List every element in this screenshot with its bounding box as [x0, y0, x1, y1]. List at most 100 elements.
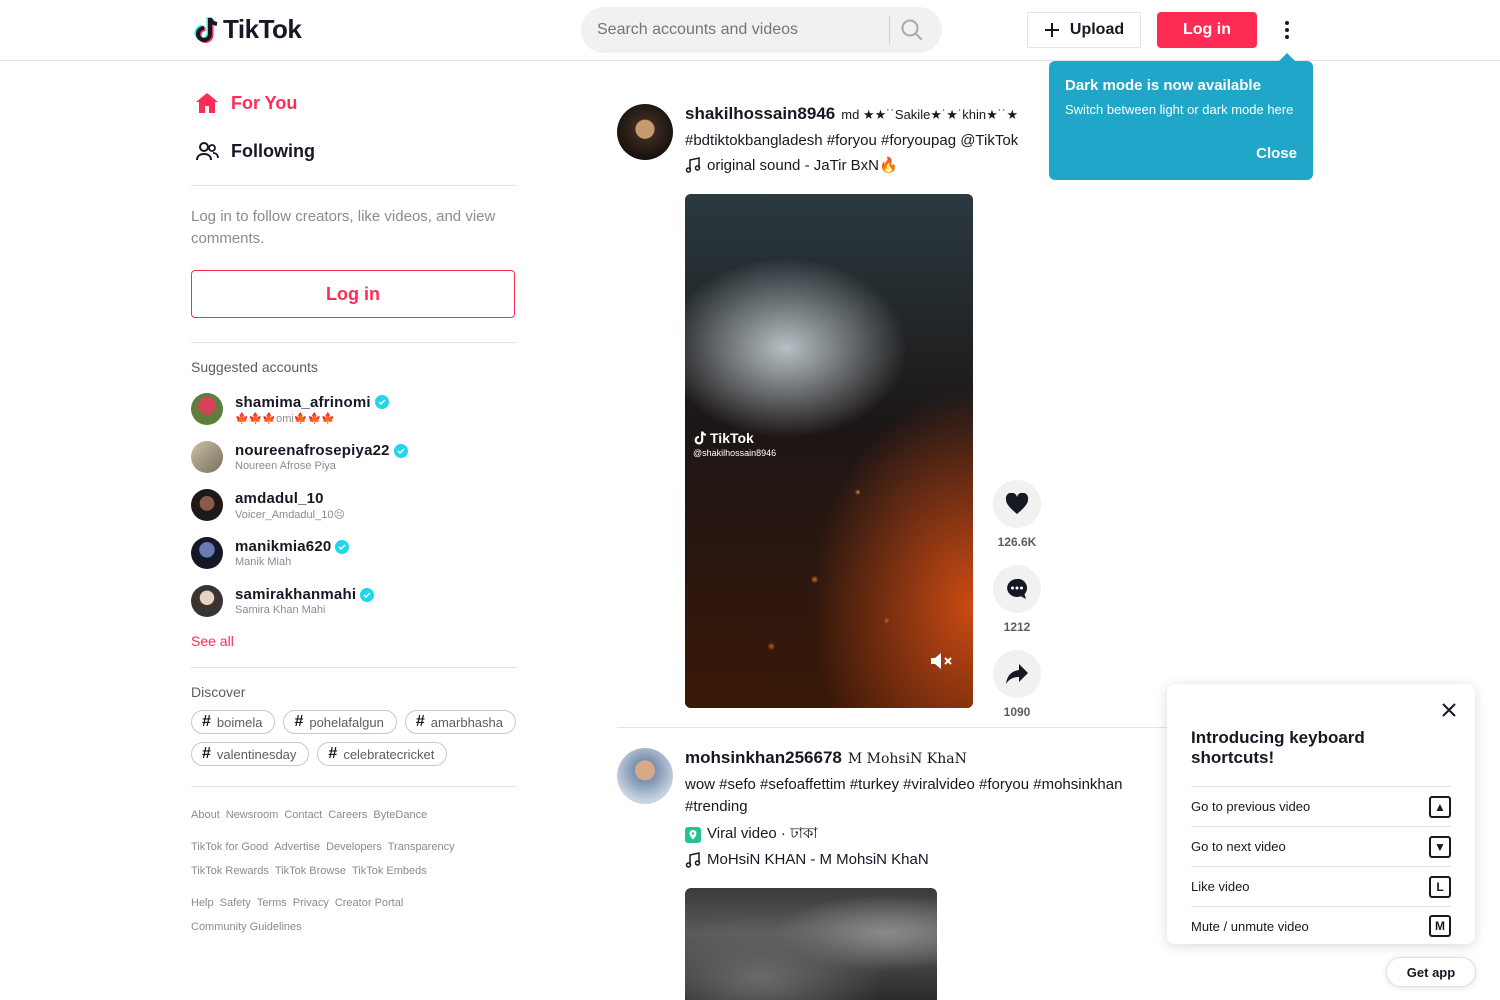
search-input[interactable]: [597, 7, 887, 53]
location-label: Viral video · ঢাকা: [707, 825, 818, 842]
post-music[interactable]: MoHsiN KHAN - M MohsiN KhaN: [685, 851, 1205, 868]
author-avatar[interactable]: [617, 748, 673, 804]
hashtag-icon: #: [202, 713, 211, 730]
watermark-logo: TikTok: [710, 430, 754, 446]
avatar: [191, 585, 223, 617]
footer-link[interactable]: Creator Portal: [335, 891, 403, 915]
share-count: 1090: [1003, 705, 1031, 719]
discover-title: Discover: [191, 684, 246, 700]
top-header: TikTok Upload Log in: [0, 0, 1500, 61]
hashtag-chip[interactable]: # boimela: [191, 710, 276, 734]
post-caption[interactable]: wow #sefo #sefoaffettim #turkey #viralvi…: [685, 774, 1175, 818]
hashtag-chip[interactable]: # pohelafalgun: [283, 710, 397, 734]
shortcuts-close-button[interactable]: [1439, 700, 1459, 720]
post-info: shakilhossain8946 md ★★˙˙Sakile★˙★˙khin★…: [685, 104, 1205, 174]
footer-link[interactable]: Help: [191, 891, 214, 915]
upload-button[interactable]: Upload: [1027, 12, 1141, 48]
footer-link[interactable]: TikTok Rewards: [191, 859, 269, 883]
upload-label: Upload: [1069, 21, 1125, 38]
shortcuts-list: Go to previous video ▲ Go to next video ▼ …: [1191, 786, 1451, 946]
get-app-button[interactable]: Get app: [1386, 957, 1476, 987]
footer-link[interactable]: Newsroom: [226, 803, 279, 827]
hashtag-label: valentinesday: [216, 746, 297, 762]
comment-button[interactable]: [993, 565, 1041, 613]
hashtag-chip[interactable]: # valentinesday: [191, 742, 310, 766]
discover-tags: # boimela # pohelafalgun # amarbhasha # vale…: [191, 710, 517, 766]
author-username[interactable]: mohsinkhan256678: [685, 748, 842, 768]
footer-link[interactable]: Community Guidelines: [191, 915, 302, 939]
footer-links: About Newsroom Contact Careers ByteDance: [191, 803, 517, 827]
footer-link[interactable]: Safety: [220, 891, 251, 915]
suggested-account[interactable]: samirakhanmahi Samira Khan Mahi: [191, 577, 517, 625]
hashtag-icon: #: [415, 713, 425, 730]
hashtag-chip[interactable]: # amarbhasha: [404, 710, 516, 734]
account-nickname: Samira Khan Mahi: [235, 604, 326, 616]
post-actions: 126.6K 1212 1090: [993, 480, 1041, 735]
logo-text: TikTok: [223, 14, 302, 44]
hashtag-chip[interactable]: # celebratecricket: [317, 742, 448, 766]
post-caption[interactable]: #bdtiktokbangladesh #foryou #foryoupag @…: [685, 130, 1205, 152]
suggested-account[interactable]: manikmia620 Manik Miah: [191, 529, 517, 577]
post-music[interactable]: original sound - JaTir BxN🔥: [685, 156, 1205, 174]
key-down-icon: ▼: [1429, 835, 1451, 858]
author-avatar[interactable]: [617, 104, 673, 160]
key-l-icon: L: [1429, 875, 1451, 898]
footer-link[interactable]: Careers: [328, 803, 367, 827]
verified-badge-icon: [360, 587, 375, 602]
footer-link[interactable]: TikTok Embeds: [352, 859, 427, 883]
suggested-account[interactable]: amdadul_10 Voicer_Amdadul_10😣: [191, 481, 517, 529]
music-title: original sound - JaTir BxN🔥: [707, 157, 898, 174]
footer-links: Help Safety Terms Privacy Creator Portal: [191, 891, 517, 915]
shortcut-label: Go to next video: [1191, 839, 1286, 854]
footer-link[interactable]: About: [191, 803, 220, 827]
like-count: 126.6K: [997, 535, 1037, 549]
suggested-account[interactable]: noureenafrosepiya22 Noureen Afrose Piya: [191, 433, 517, 481]
account-nickname: 🍁🍁🍁omi🍁🍁🍁: [235, 412, 335, 425]
account-nickname: Noureen Afrose Piya: [235, 460, 336, 472]
mute-button[interactable]: [929, 650, 955, 672]
shortcut-label: Go to previous video: [1191, 799, 1311, 814]
share-button[interactable]: [993, 650, 1041, 698]
plus-icon: [1044, 23, 1059, 37]
avatar: [191, 489, 223, 521]
video-player[interactable]: TikTok @shakilhossain8946: [685, 194, 973, 708]
sidebar-login-button[interactable]: Log in: [191, 270, 515, 318]
footer-link[interactable]: TikTok Browse: [275, 859, 346, 883]
shortcut-label: Mute / unmute video: [1191, 918, 1309, 934]
feed-post: shakilhossain8946 md ★★˙˙Sakile★˙★˙khin★…: [617, 104, 1177, 719]
hashtag-icon: #: [202, 745, 211, 762]
footer-link[interactable]: Transparency: [388, 835, 455, 859]
see-all-link[interactable]: See all: [191, 633, 517, 649]
verified-badge-icon: [393, 443, 408, 458]
suggested-accounts-title: Suggested accounts: [191, 359, 318, 375]
suggested-accounts-list: shamima_afrinomi 🍁🍁🍁omi🍁🍁🍁 noureenafrose…: [191, 385, 517, 625]
hashtag-icon: #: [294, 713, 304, 730]
video-player[interactable]: [685, 888, 937, 1000]
nav-for-you[interactable]: For You: [191, 79, 517, 127]
more-menu-button[interactable]: [1276, 14, 1298, 46]
suggested-account[interactable]: shamima_afrinomi 🍁🍁🍁omi🍁🍁🍁: [191, 385, 517, 433]
footer-link[interactable]: Advertise: [274, 835, 320, 859]
author-username[interactable]: shakilhossain8946: [685, 104, 835, 124]
footer-link[interactable]: Developers: [326, 835, 382, 859]
shortcut-row: Go to next video ▼: [1191, 826, 1451, 866]
footer-link[interactable]: Privacy: [293, 891, 329, 915]
nav-following[interactable]: Following: [191, 127, 517, 175]
tooltip-close-button[interactable]: Close: [1256, 145, 1297, 162]
account-username: samirakhanmahi: [235, 586, 357, 603]
footer-link[interactable]: ByteDance: [373, 803, 427, 827]
footer-link[interactable]: Terms: [257, 891, 287, 915]
search-button[interactable]: [899, 17, 929, 43]
footer-link[interactable]: Contact: [284, 803, 322, 827]
tiktok-logo[interactable]: TikTok: [193, 14, 302, 45]
header-login-button[interactable]: Log in: [1157, 12, 1257, 48]
divider: [191, 185, 517, 186]
hashtag-label: boimela: [216, 714, 263, 730]
hashtag-label: pohelafalgun: [309, 714, 384, 730]
post-location[interactable]: Viral video · ঢাকা: [685, 822, 1205, 847]
account-username: amdadul_10: [235, 489, 324, 507]
account-username: noureenafrosepiya22: [235, 442, 390, 459]
footer-link[interactable]: TikTok for Good: [191, 835, 268, 859]
tiktok-note-icon: [194, 16, 218, 43]
like-button[interactable]: [993, 480, 1041, 528]
